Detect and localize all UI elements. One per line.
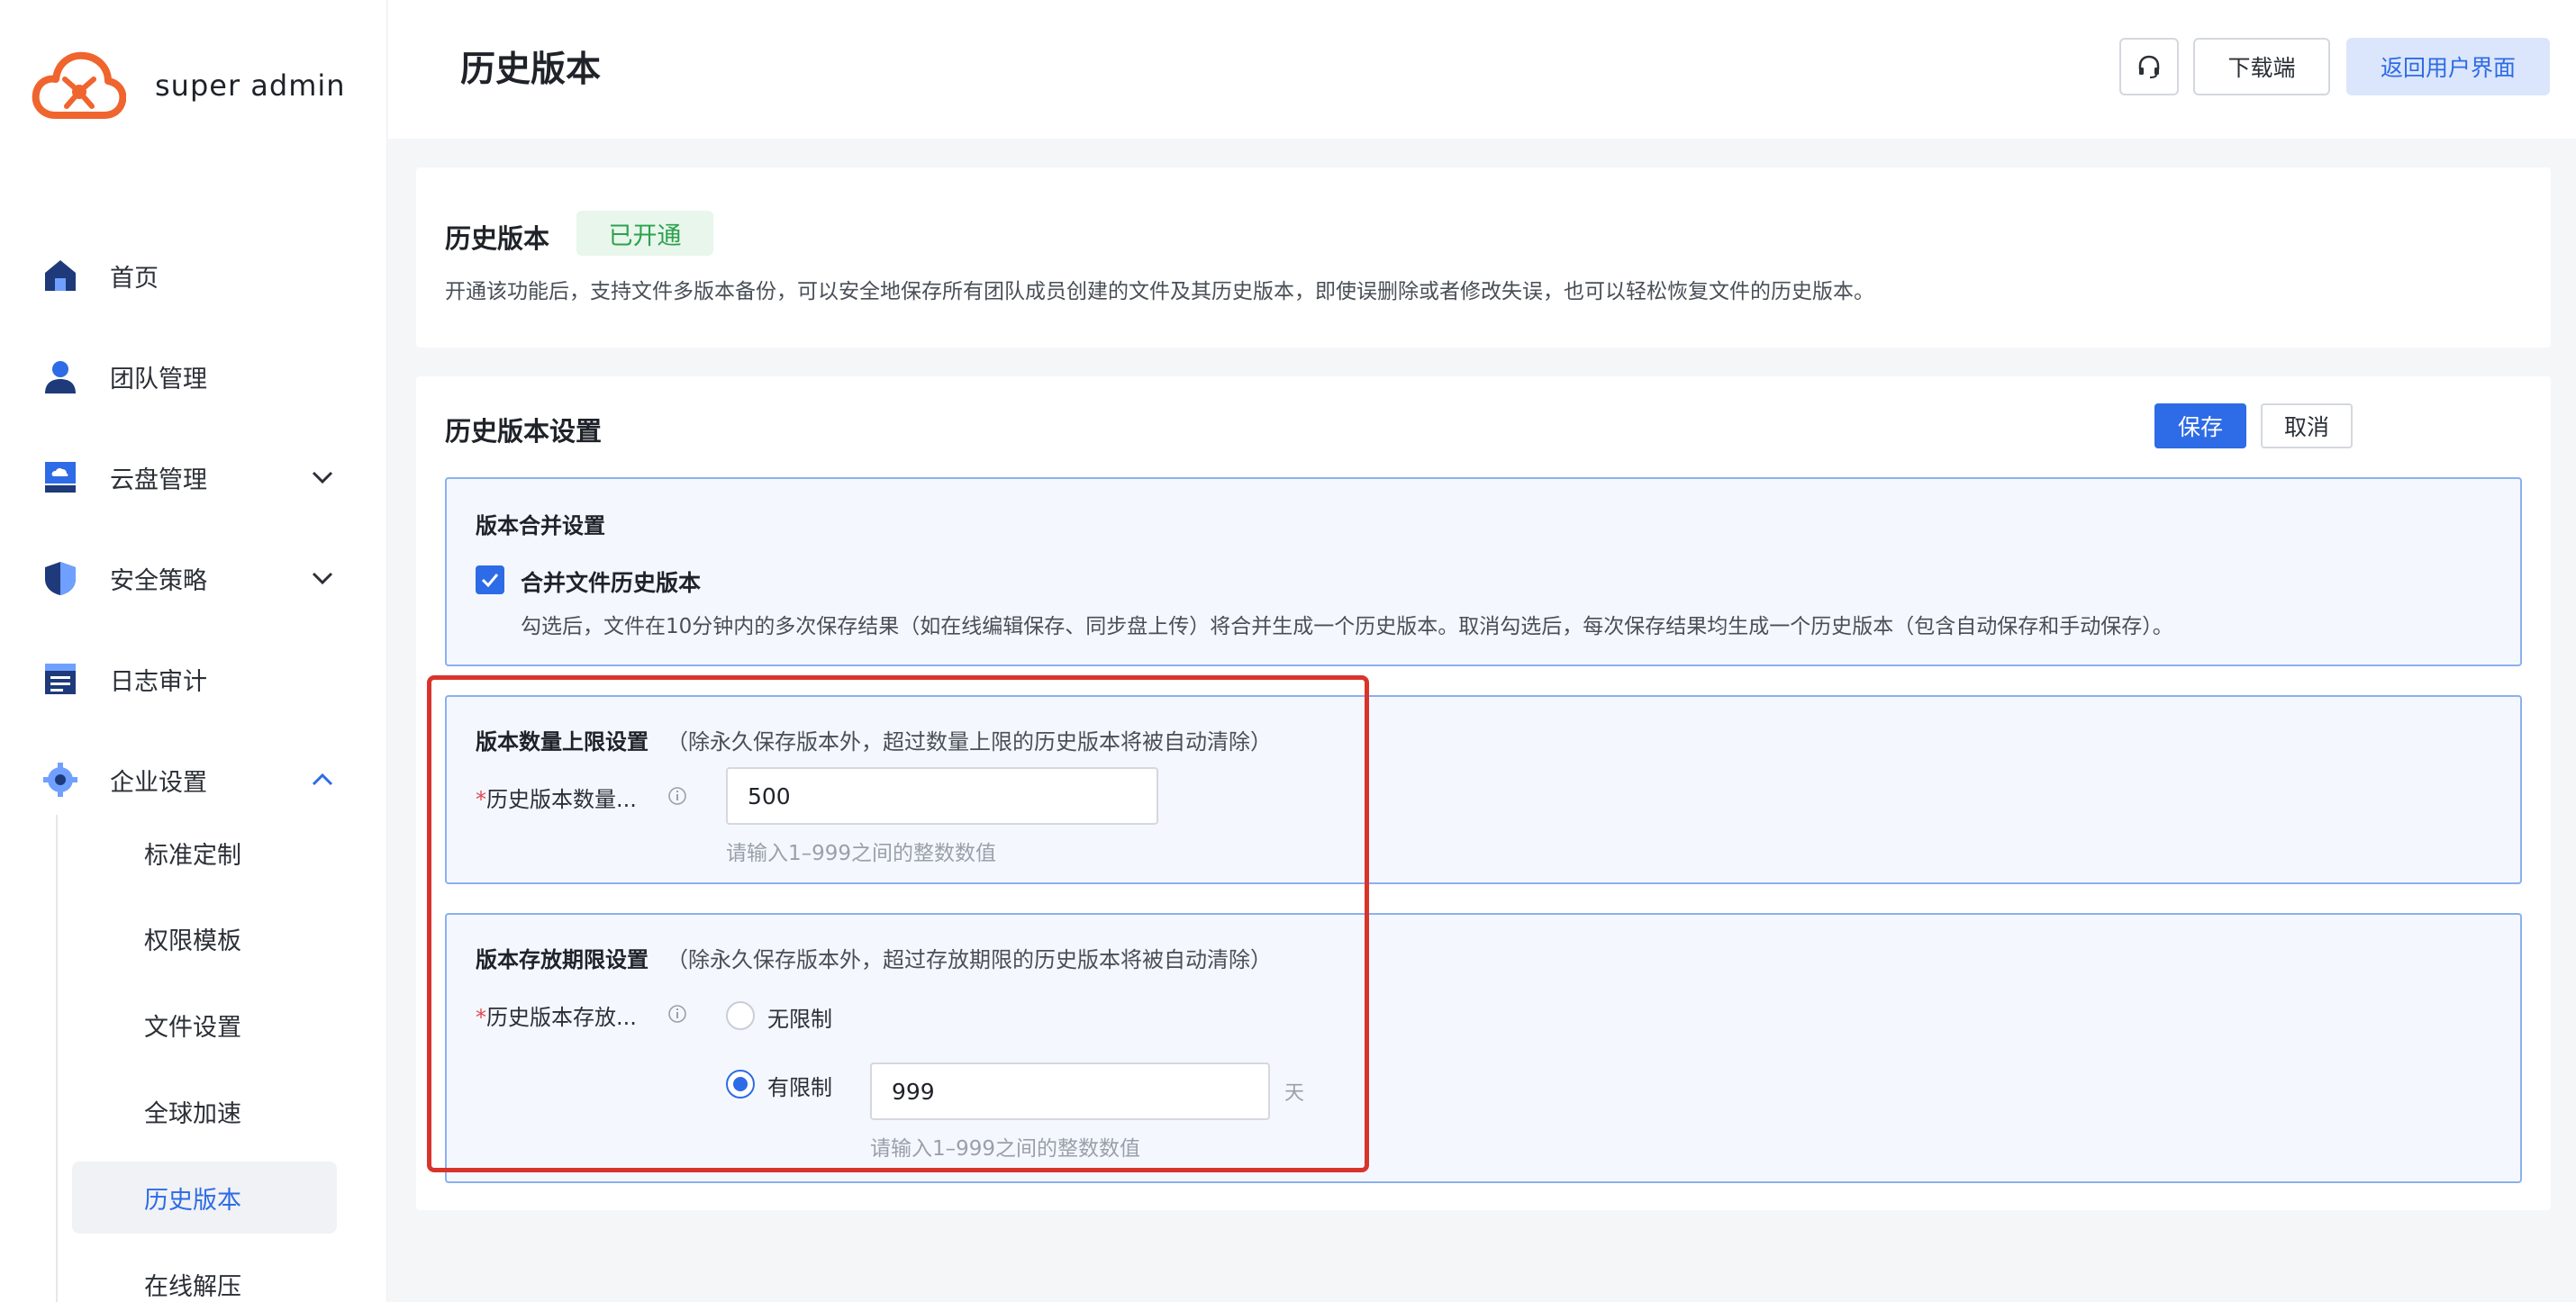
brand[interactable]: super admin [31,47,346,124]
history-version-status-card: 历史版本 已开通 开通该功能后，支持文件多版本备份，可以安全地保存所有团队成员创… [416,167,2551,348]
sidebar-item-label: 日志审计 [110,667,207,696]
log-icon [40,658,81,700]
count-limit-note: （除永久保存版本外，超过数量上限的历史版本将被自动清除） [667,729,1272,755]
sidebar-subitem-permission-template[interactable]: 权限模板 [72,902,337,974]
chevron-down-icon [312,572,333,585]
required-mark: * [476,1005,486,1030]
user-icon [40,356,81,397]
period-limit-field-label: *历史版本存放... [476,999,637,1031]
chevron-up-icon [312,773,333,786]
sidebar-item-home[interactable]: 首页 [40,240,337,312]
version-period-limit-panel: 版本存放期限设置 （除永久保存版本外，超过存放期限的历史版本将被自动清除） *历史… [445,913,2522,1183]
sidebar-subitem-file-settings[interactable]: 文件设置 [72,989,337,1061]
gear-icon [40,759,81,800]
settings-title: 历史版本设置 [445,416,603,447]
sidebar-item-log-audit[interactable]: 日志审计 [40,643,337,715]
period-limit-note: （除永久保存版本外，超过存放期限的历史版本将被自动清除） [667,947,1272,972]
page-title: 历史版本 [460,50,602,90]
cloud-logo-icon [32,51,126,119]
sidebar-item-label: 云盘管理 [110,466,207,494]
sidebar-subitem-standard-customization[interactable]: 标准定制 [72,817,337,889]
cancel-button[interactable]: 取消 [2261,403,2353,448]
sidebar-item-label: 安全策略 [110,566,207,595]
sidebar-item-label: 企业设置 [110,768,207,797]
sidebar-item-label: 首页 [110,264,159,293]
sidebar-item-enterprise-settings[interactable]: 企业设置 [40,744,337,816]
period-limit-label-text: 历史版本存放... [486,1005,637,1030]
sidebar-item-label: 团队管理 [110,365,207,393]
sidebar-subitem-online-decompress[interactable]: 在线解压 [72,1248,337,1302]
period-limit-input[interactable]: 999 [870,1062,1270,1120]
count-limit-title: 版本数量上限设置 [476,729,649,755]
headset-icon [2138,55,2160,78]
header: 历史版本 下载端 返回用户界面 [388,0,2576,139]
sidebar: super admin 首页 团队管理 云盘管理 安全策略 日志审计 企业设置 … [0,0,387,1302]
chevron-down-icon [312,471,333,484]
info-icon[interactable] [667,785,688,807]
version-merge-panel: 版本合并设置 合并文件历史版本 勾选后，文件在10分钟内的多次保存结果（如在线编… [445,477,2522,666]
submenu-guide-line [56,815,58,1302]
count-limit-label-text: 历史版本数量... [486,787,637,812]
feature-title: 历史版本 [445,223,550,254]
check-icon [481,574,499,588]
history-version-settings-card: 历史版本设置 保存 取消 版本合并设置 合并文件历史版本 勾选后，文件在10分钟… [416,376,2551,1210]
period-limit-unit: 天 [1284,1082,1305,1105]
radio-unlimited-label[interactable]: 无限制 [767,1001,832,1033]
period-limit-heading: 版本存放期限设置 （除永久保存版本外，超过存放期限的历史版本将被自动清除） [476,942,1272,973]
count-limit-heading: 版本数量上限设置 （除永久保存版本外，超过数量上限的历史版本将被自动清除） [476,724,1272,755]
period-limit-title: 版本存放期限设置 [476,947,649,972]
download-client-button[interactable]: 下载端 [2193,38,2330,95]
count-limit-hint: 请输入1–999之间的整数数值 [726,842,997,865]
period-limit-hint: 请输入1–999之间的整数数值 [870,1137,1141,1161]
support-button[interactable] [2119,38,2179,95]
required-mark: * [476,787,486,812]
radio-unlimited[interactable] [726,1001,755,1030]
cloud-disk-icon [40,457,81,498]
brand-name: super admin [155,68,346,103]
sidebar-subitem-history-version[interactable]: 历史版本 [72,1162,337,1234]
merge-checkbox-label[interactable]: 合并文件历史版本 [521,565,701,598]
save-button[interactable]: 保存 [2154,403,2246,448]
sidebar-item-cloud-disk[interactable]: 云盘管理 [40,441,337,513]
count-limit-field-label: *历史版本数量... [476,782,637,813]
shield-icon [40,557,81,599]
home-icon [40,255,81,296]
count-limit-input[interactable]: 500 [726,767,1158,825]
radio-limited-label[interactable]: 有限制 [767,1070,832,1101]
merge-title: 版本合并设置 [476,513,605,538]
merge-checkbox[interactable] [476,565,504,594]
radio-limited[interactable] [726,1070,755,1099]
info-icon[interactable] [667,1003,688,1025]
sidebar-subitem-global-acceleration[interactable]: 全球加速 [72,1075,337,1147]
sidebar-item-security[interactable]: 安全策略 [40,542,337,614]
version-count-limit-panel: 版本数量上限设置 （除永久保存版本外，超过数量上限的历史版本将被自动清除） *历史… [445,695,2522,884]
merge-description: 勾选后，文件在10分钟内的多次保存结果（如在线编辑保存、同步盘上传）将合并生成一… [521,615,2173,638]
status-badge: 已开通 [576,211,713,256]
return-user-interface-button[interactable]: 返回用户界面 [2346,38,2550,95]
feature-description: 开通该功能后，支持文件多版本备份，可以安全地保存所有团队成员创建的文件及其历史版… [445,280,1874,303]
sidebar-item-team[interactable]: 团队管理 [40,340,337,412]
